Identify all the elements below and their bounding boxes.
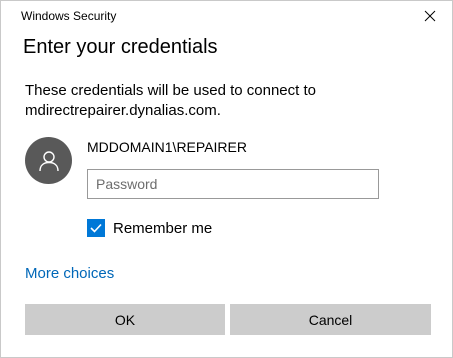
close-icon[interactable] — [424, 10, 436, 22]
window-title: Windows Security — [21, 9, 117, 23]
checkmark-icon — [90, 223, 102, 233]
user-icon — [38, 150, 59, 171]
description-line-1: These credentials will be used to connec… — [25, 82, 316, 99]
remember-me-label[interactable]: Remember me — [113, 220, 212, 237]
avatar — [25, 137, 72, 184]
cancel-button[interactable]: Cancel — [230, 304, 431, 335]
password-field[interactable] — [87, 169, 379, 199]
dialog-heading: Enter your credentials — [23, 36, 218, 58]
remember-me-checkbox[interactable]: Remember me — [87, 219, 212, 237]
ok-button[interactable]: OK — [25, 304, 225, 335]
credentials-dialog: Windows Security Enter your credentials … — [0, 0, 453, 358]
dialog-description: These credentials will be used to connec… — [25, 81, 316, 121]
close-button[interactable] — [416, 5, 444, 27]
username-label: MDDOMAIN1\REPAIRER — [87, 139, 247, 155]
description-line-2: mdirectrepairer.dynalias.com. — [25, 102, 221, 119]
checkbox-checked-icon[interactable] — [87, 219, 105, 237]
more-choices-link[interactable]: More choices — [25, 265, 114, 282]
